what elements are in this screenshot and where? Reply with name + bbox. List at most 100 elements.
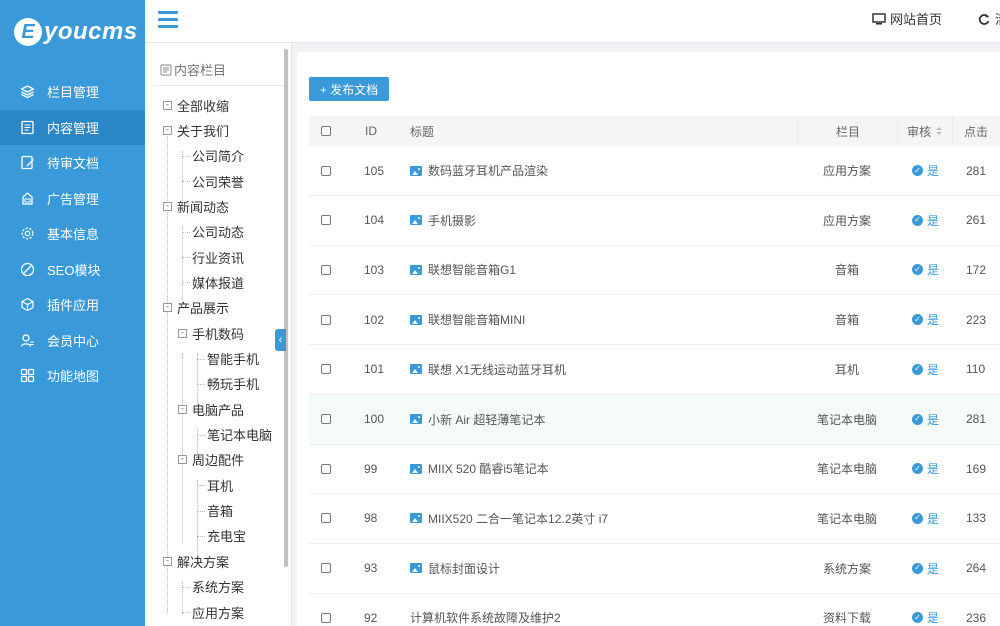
- row-checkbox[interactable]: [321, 414, 331, 424]
- collapse-icon[interactable]: -: [178, 404, 187, 414]
- table-row[interactable]: 98 MIIX520 二合一笔记本12.2英寸 i7 笔记本电脑 ✓ 是 133: [309, 494, 1000, 544]
- tree-node-leaf[interactable]: 系统方案: [192, 578, 244, 596]
- row-title-link[interactable]: 计算机软件系统故障及维护2: [410, 593, 561, 626]
- tree-node-leaf[interactable]: 笔记本电脑: [207, 426, 272, 444]
- row-title: MIIX 520 酷睿i5笔记本: [428, 462, 549, 477]
- tree-node-leaf[interactable]: 公司荣誉: [192, 172, 244, 190]
- row-clicks: 172: [966, 262, 987, 277]
- row-audit[interactable]: ✓ 是: [912, 295, 939, 344]
- row-title-link[interactable]: MIIX520 二合一笔记本12.2英寸 i7: [410, 494, 608, 543]
- clear-cache-link[interactable]: 清: [977, 0, 1000, 37]
- sidebar-item[interactable]: 基本信息: [0, 216, 145, 252]
- collapse-icon[interactable]: -: [163, 125, 172, 135]
- list-doc-icon: [160, 64, 172, 75]
- tree-node-leaf[interactable]: 行业资讯: [192, 248, 244, 266]
- row-audit[interactable]: ✓ 是: [912, 345, 939, 394]
- collapse-icon[interactable]: -: [163, 100, 172, 110]
- sidebar-item[interactable]: 插件应用: [0, 287, 145, 323]
- row-audit[interactable]: ✓ 是: [912, 395, 939, 444]
- row-audit[interactable]: ✓ 是: [912, 146, 939, 195]
- table-row[interactable]: 104 手机摄影 应用方案 ✓ 是 261: [309, 196, 1000, 246]
- tree-node-leaf[interactable]: 应用方案: [192, 603, 244, 621]
- tree-node-parent[interactable]: - 全部收缩: [163, 96, 229, 114]
- row-audit[interactable]: ✓ 是: [912, 245, 939, 294]
- table-row[interactable]: 99 MIIX 520 酷睿i5笔记本 笔记本电脑 ✓ 是 169: [309, 444, 1000, 495]
- sidebar-item[interactable]: 会员中心: [0, 323, 145, 359]
- logo-mark: E: [14, 18, 42, 46]
- select-all-checkbox[interactable]: [321, 126, 331, 136]
- row-title-link[interactable]: MIIX 520 酷睿i5笔记本: [410, 444, 549, 493]
- sidebar-item[interactable]: 功能地图: [0, 358, 145, 394]
- row-category: 系统方案: [822, 561, 871, 576]
- tree-node-leaf[interactable]: 耳机: [207, 476, 233, 494]
- row-clicks: 261: [966, 213, 987, 228]
- tree-scrollbar[interactable]: [284, 49, 288, 567]
- tree-node-leaf[interactable]: 智能手机: [207, 350, 259, 368]
- row-audit[interactable]: ✓ 是: [912, 196, 939, 245]
- sidebar-item[interactable]: 栏目管理: [0, 74, 145, 110]
- row-title-link[interactable]: 鼠标封面设计: [410, 544, 500, 593]
- row-audit[interactable]: ✓ 是: [912, 544, 939, 593]
- row-checkbox[interactable]: [321, 264, 331, 275]
- top-header: 网站首页 清: [145, 0, 1000, 43]
- row-checkbox[interactable]: [321, 463, 331, 474]
- row-checkbox[interactable]: [321, 215, 331, 226]
- table-row[interactable]: 105 数码蓝牙耳机产品渲染 应用方案 ✓ 是 281: [309, 146, 1000, 196]
- sidebar-item-label: 广告管理: [47, 191, 100, 207]
- row-checkbox[interactable]: [321, 513, 331, 524]
- row-title-link[interactable]: 数码蓝牙耳机产品渲染: [410, 146, 548, 195]
- tree-node-leaf[interactable]: 公司简介: [192, 147, 244, 165]
- tree-node-leaf[interactable]: 音箱: [207, 502, 233, 520]
- table-row[interactable]: 100 小新 Air 超轻薄笔记本 笔记本电脑 ✓ 是 281: [309, 394, 1000, 445]
- tree-node-label: 解决方案: [177, 554, 230, 570]
- table-row[interactable]: 102 联想智能音箱MINI 音箱 ✓ 是 223: [309, 295, 1000, 346]
- tree-node-leaf[interactable]: 媒体报道: [192, 273, 244, 291]
- tree-node-parent[interactable]: - 新闻动态: [163, 197, 229, 215]
- row-title-link[interactable]: 联想智能音箱MINI: [410, 295, 525, 344]
- row-title-link[interactable]: 联想智能音箱G1: [410, 245, 516, 294]
- sidebar-item[interactable]: SEO模块: [0, 252, 145, 288]
- tree-node-parent[interactable]: - 产品展示: [163, 299, 229, 317]
- logo[interactable]: E youcms: [0, 0, 145, 64]
- row-id: 102: [364, 312, 385, 327]
- website-home-link[interactable]: 网站首页: [872, 0, 942, 37]
- row-clicks: 281: [966, 163, 987, 178]
- row-title-link[interactable]: 手机摄影: [410, 196, 476, 245]
- table-row[interactable]: 103 联想智能音箱G1 音箱 ✓ 是 172: [309, 245, 1000, 296]
- row-title-link[interactable]: 小新 Air 超轻薄笔记本: [410, 395, 545, 444]
- tree-node-parent[interactable]: - 关于我们: [163, 121, 229, 139]
- col-audit[interactable]: 审核: [907, 116, 943, 146]
- tree-node-parent[interactable]: - 手机数码: [178, 324, 244, 342]
- tree-node-parent[interactable]: - 解决方案: [163, 552, 229, 570]
- sidebar-item-label: 会员中心: [47, 333, 100, 349]
- row-checkbox[interactable]: [321, 314, 331, 325]
- collapse-tree-button[interactable]: ‹: [275, 329, 286, 351]
- tree-node-leaf[interactable]: 公司动态: [192, 223, 244, 241]
- row-id: 105: [364, 163, 385, 178]
- sidebar-item[interactable]: 广告管理: [0, 181, 145, 217]
- row-title-link[interactable]: 联想 X1无线运动蓝牙耳机: [410, 345, 566, 394]
- table-row[interactable]: 92 计算机软件系统故障及维护2 资料下载 ✓ 是 236: [309, 593, 1000, 626]
- row-checkbox[interactable]: [321, 165, 331, 176]
- table-row[interactable]: 101 联想 X1无线运动蓝牙耳机 耳机 ✓ 是 110: [309, 345, 1000, 395]
- collapse-icon[interactable]: -: [163, 303, 172, 313]
- publish-document-button[interactable]: + 发布文档: [309, 77, 389, 101]
- row-audit[interactable]: ✓ 是: [912, 494, 939, 543]
- sidebar-item[interactable]: 待审文档: [0, 145, 145, 181]
- row-audit[interactable]: ✓ 是: [912, 444, 939, 493]
- collapse-icon[interactable]: -: [178, 328, 187, 338]
- row-audit[interactable]: ✓ 是: [912, 593, 939, 626]
- tree-node-parent[interactable]: - 电脑产品: [178, 400, 244, 418]
- tree-node-leaf[interactable]: 畅玩手机: [207, 375, 259, 393]
- table-row[interactable]: 93 鼠标封面设计 系统方案 ✓ 是 264: [309, 544, 1000, 594]
- tree-node-parent[interactable]: - 周边配件: [178, 451, 244, 469]
- collapse-icon[interactable]: -: [163, 201, 172, 211]
- menu-toggle-icon[interactable]: [158, 11, 178, 29]
- collapse-icon[interactable]: -: [178, 455, 187, 465]
- row-checkbox[interactable]: [321, 612, 331, 623]
- row-checkbox[interactable]: [321, 364, 331, 375]
- tree-node-leaf[interactable]: 充电宝: [207, 527, 246, 545]
- collapse-icon[interactable]: -: [163, 556, 172, 566]
- row-checkbox[interactable]: [321, 563, 331, 574]
- sidebar-item[interactable]: 内容管理: [0, 109, 145, 145]
